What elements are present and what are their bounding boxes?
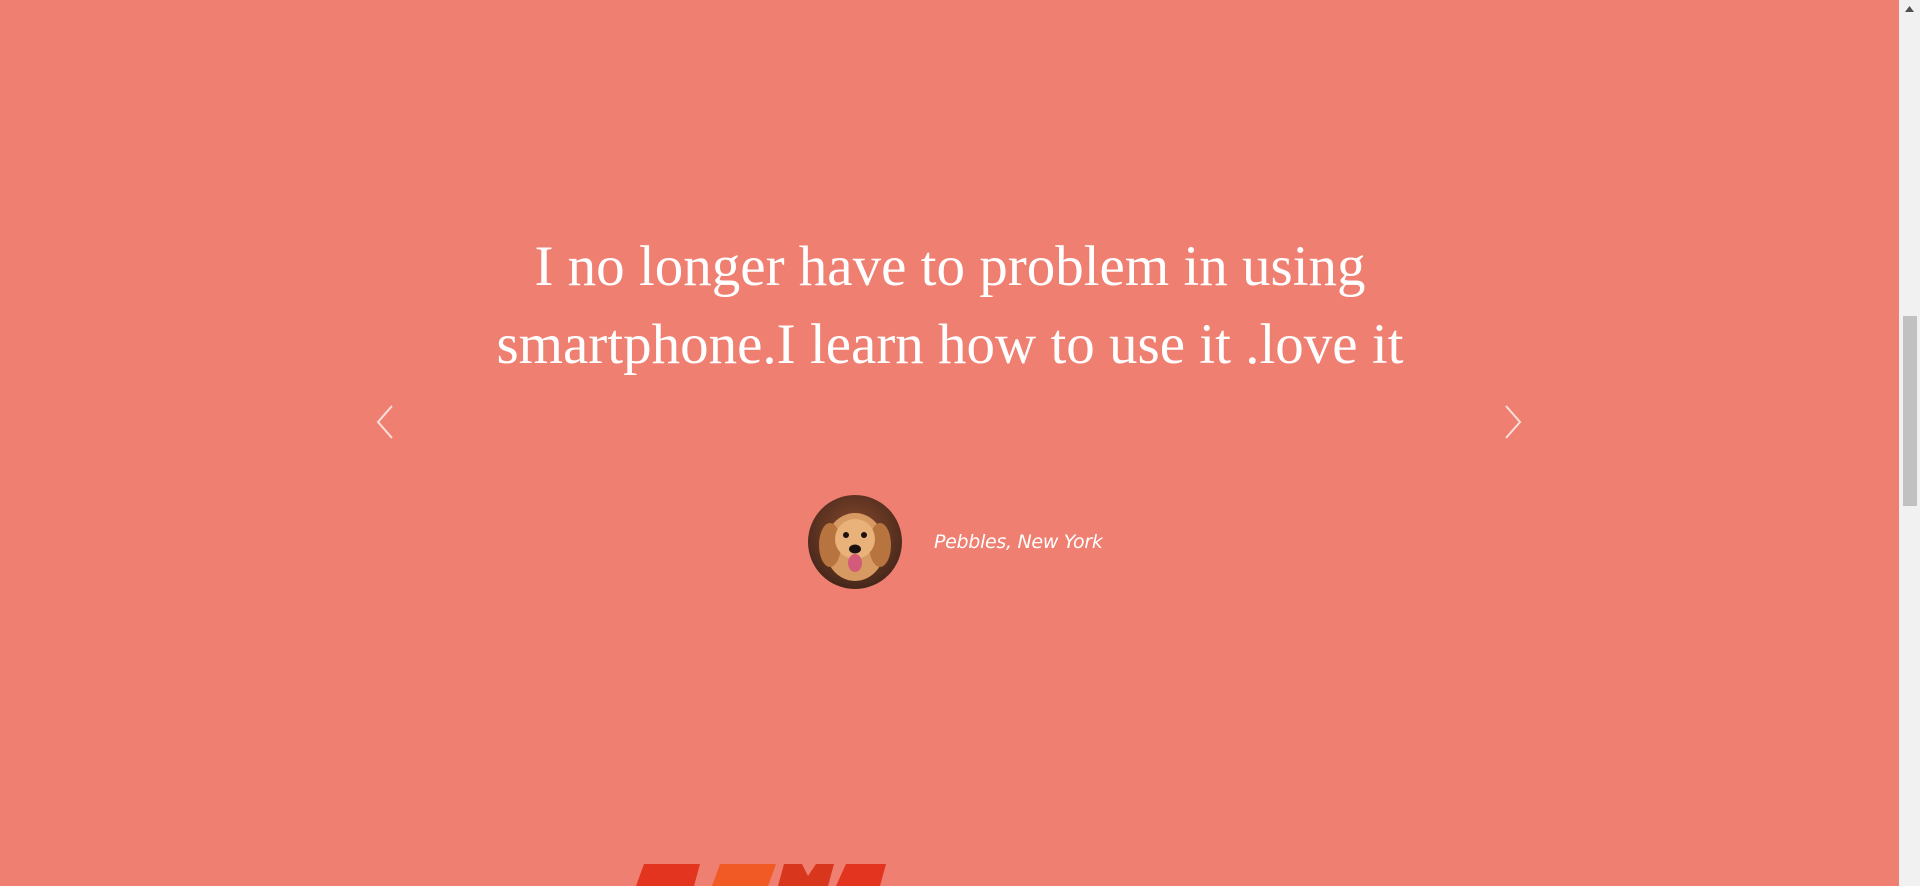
scrollbar-thumb[interactable]	[1903, 316, 1917, 506]
scroll-up-button[interactable]	[1899, 0, 1920, 17]
dog-avatar-image	[808, 495, 902, 589]
carousel-next-button[interactable]	[1498, 402, 1528, 442]
author-name: Pebbles, New York	[934, 531, 1103, 553]
chevron-left-icon	[376, 405, 393, 439]
testimonial-quote: I no longer have to problem in using sma…	[496, 235, 1404, 376]
triangle-up-icon	[1905, 5, 1914, 12]
chevron-right-icon	[1505, 405, 1522, 439]
carousel-prev-button[interactable]	[370, 402, 400, 442]
logo-mark-icon	[636, 864, 886, 886]
page-section: I no longer have to problem in using sma…	[0, 0, 1899, 886]
testimonial-author: Pebbles, New York	[808, 495, 1103, 589]
testimonial-carousel: I no longer have to problem in using sma…	[0, 0, 1899, 886]
vertical-scrollbar[interactable]	[1899, 0, 1920, 886]
avatar	[808, 495, 902, 589]
footer-logo	[636, 862, 926, 886]
